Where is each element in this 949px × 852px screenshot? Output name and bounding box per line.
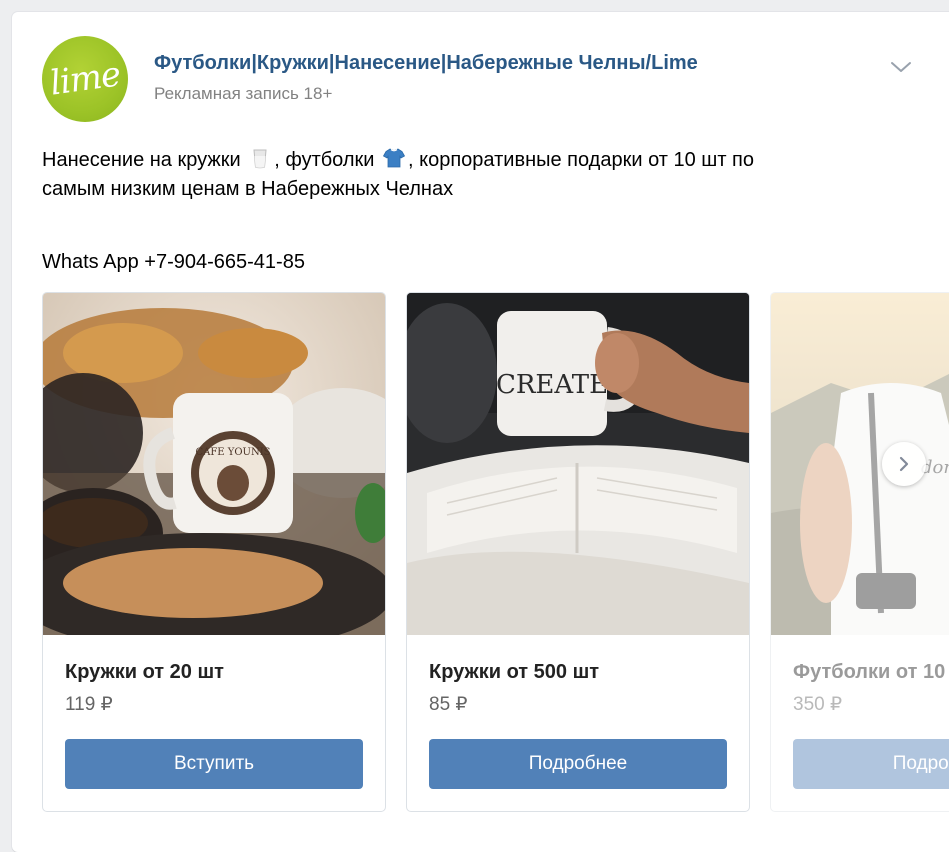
post-text-part: , корпоративные подарки от 10 шт по xyxy=(408,149,754,171)
join-button[interactable]: Вступить xyxy=(65,739,363,789)
product-carousel: CAFE YOUNIS Кружки от 20 шт 119 ₽ Вступи… xyxy=(42,292,949,822)
product-image-mug-cafe[interactable]: CAFE YOUNIS xyxy=(43,293,385,635)
product-card[interactable]: don't Футболки от 10 шт 350 ₽ Подробнее xyxy=(770,292,949,812)
product-title[interactable]: Футболки от 10 шт xyxy=(793,661,949,684)
post-text-part: Нанесение на кружки xyxy=(42,149,241,171)
cup-emoji-icon xyxy=(253,149,267,169)
product-price: 85 ₽ xyxy=(429,694,468,715)
product-card[interactable]: CREATE Кружки от 500 шт 85 ₽ Подробнее xyxy=(406,292,750,812)
product-image-mug-create[interactable]: CREATE xyxy=(407,293,749,635)
ad-post: lime Футболки|Кружки|Нанесение|Набережны… xyxy=(12,12,949,852)
phone-line: Whats App +7-904-665-41-85 xyxy=(42,251,305,273)
product-price: 350 ₽ xyxy=(793,694,843,715)
product-title[interactable]: Кружки от 20 шт xyxy=(65,661,224,684)
chevron-down-icon xyxy=(891,62,911,72)
product-title[interactable]: Кружки от 500 шт xyxy=(429,661,599,684)
post-text-line2: самым низким ценам в Набережных Челнах xyxy=(42,178,454,200)
mug-print-text: CREATE xyxy=(496,370,608,400)
group-name-link[interactable]: Футболки|Кружки|Нанесение|Набережные Чел… xyxy=(154,52,698,75)
carousel-next-button[interactable] xyxy=(882,442,926,486)
details-button[interactable]: Подробнее xyxy=(429,739,727,789)
product-price: 119 ₽ xyxy=(65,694,113,715)
details-button[interactable]: Подробнее xyxy=(793,739,949,789)
post-text-part: , футболки xyxy=(274,149,375,171)
chevron-right-icon xyxy=(899,456,909,472)
tshirt-emoji-icon xyxy=(382,148,406,168)
product-card[interactable]: CAFE YOUNIS Кружки от 20 шт 119 ₽ Вступи… xyxy=(42,292,386,812)
avatar-logo-text: lime xyxy=(47,54,123,104)
post-menu-button[interactable] xyxy=(888,54,914,80)
mug-print-text: CAFE YOUNIS xyxy=(195,447,270,458)
post-text: Нанесение на кружки , футболки , корпора… xyxy=(42,146,922,204)
ad-label: Рекламная запись 18+ xyxy=(154,84,333,103)
group-avatar[interactable]: lime xyxy=(42,36,128,122)
